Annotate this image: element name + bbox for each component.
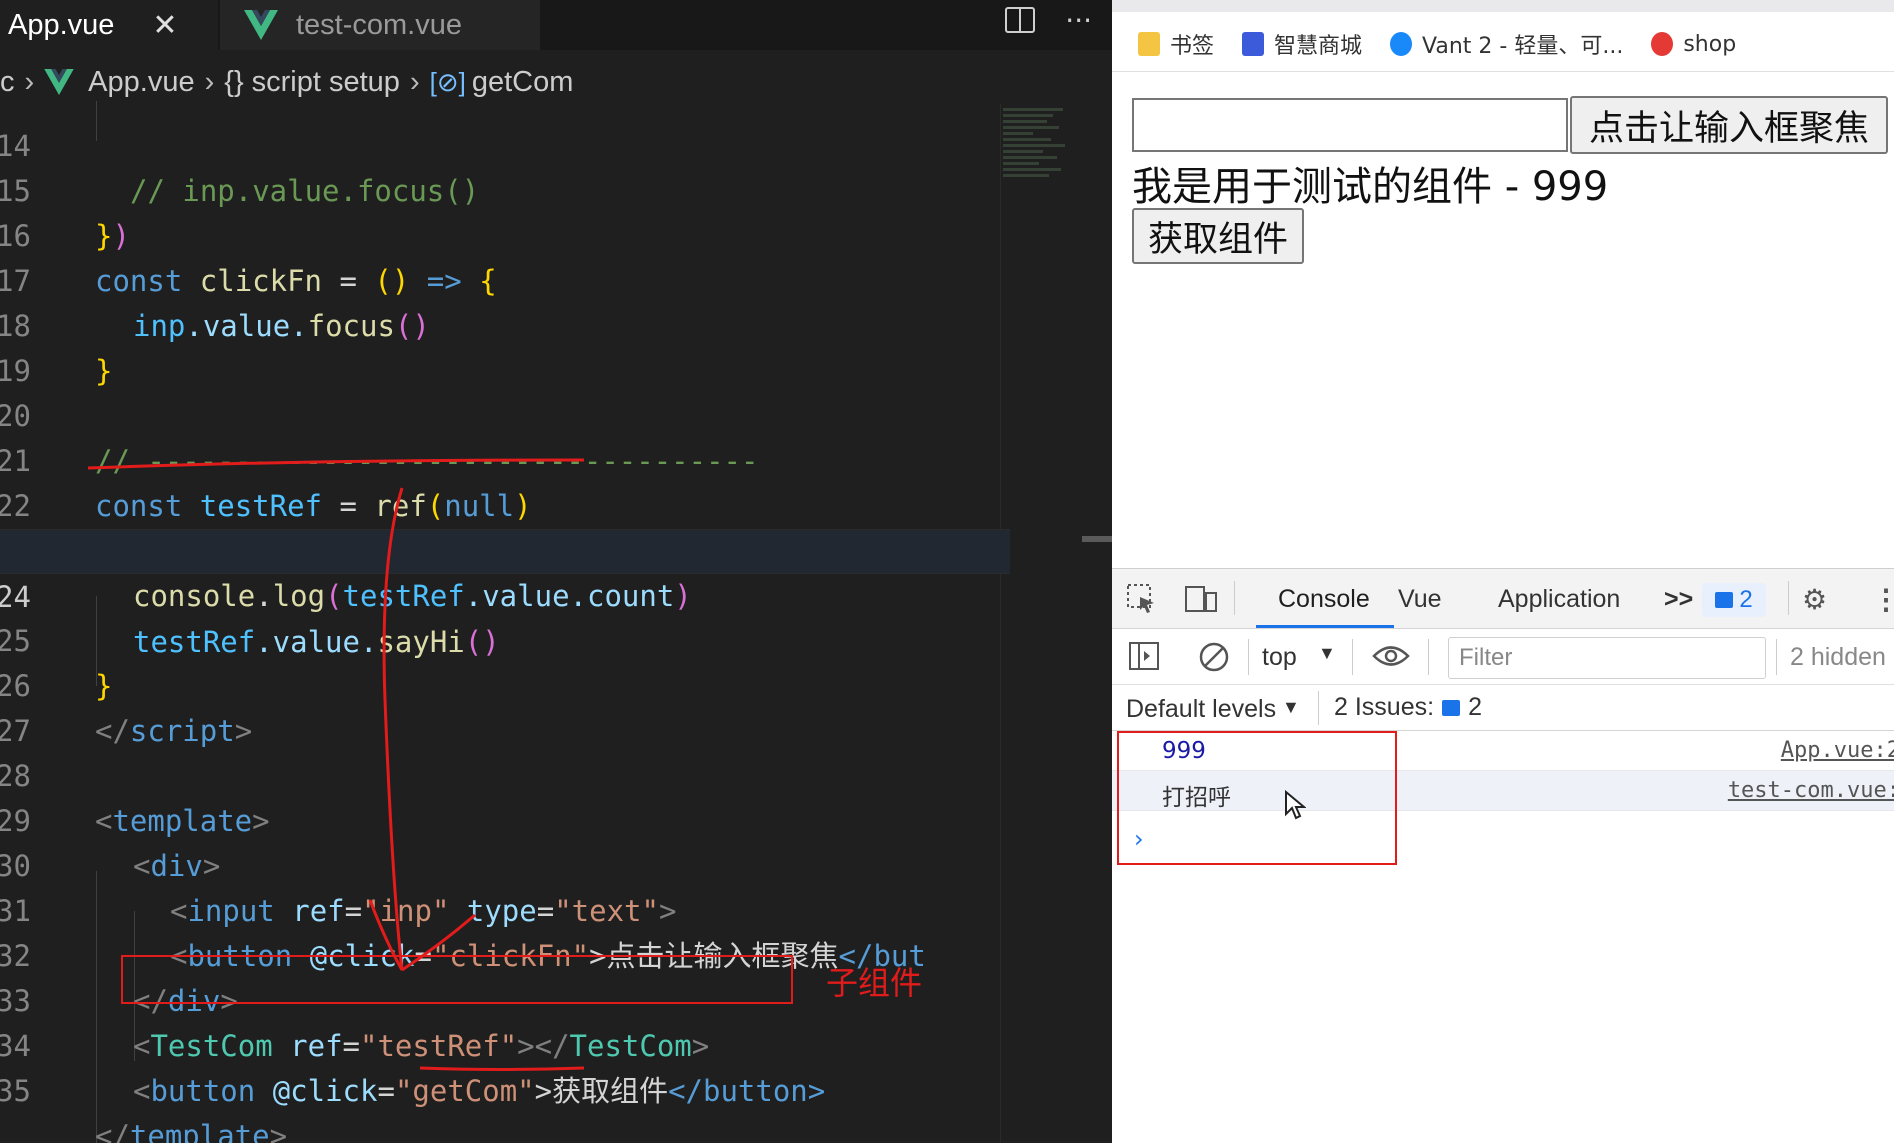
code-line: 18 } xyxy=(0,259,1010,388)
bookmark-item[interactable]: Vant 2 - 轻量、可... xyxy=(1390,28,1623,60)
messages-badge[interactable]: 2 xyxy=(1702,583,1766,617)
code-line: 35 </template> xyxy=(0,1024,1010,1143)
code-line: 15 }) xyxy=(0,124,1010,253)
tab-vue[interactable]: Vue xyxy=(1398,585,1442,614)
issues-button[interactable]: 2 Issues: 2 xyxy=(1334,693,1482,722)
issues-count: 2 xyxy=(1468,693,1482,721)
bookmark-label: shop xyxy=(1683,31,1737,57)
code-line: 19 xyxy=(0,304,1010,388)
message-icon xyxy=(1442,699,1461,716)
code-line: 16 const clickFn = () => { xyxy=(0,169,1010,298)
bookmark-item[interactable]: shop xyxy=(1651,32,1736,57)
text-input[interactable] xyxy=(1132,98,1568,152)
message-icon xyxy=(1715,592,1734,608)
filter-input[interactable]: Filter xyxy=(1448,637,1766,679)
clear-console-icon[interactable] xyxy=(1198,641,1230,673)
context-selector[interactable]: top xyxy=(1262,643,1297,672)
code-text: </template> xyxy=(95,1119,288,1143)
tab-application[interactable]: Application xyxy=(1498,585,1620,614)
code-line: 32 </div> xyxy=(0,889,1010,1018)
hidden-count: 2 hidden xyxy=(1790,643,1886,671)
code-line: 20 // ----------------------------------… xyxy=(0,349,1010,478)
tab-test-com-vue[interactable]: test-com.vue xyxy=(220,0,540,50)
dropdown-arrow-icon: ▼ xyxy=(1318,643,1336,663)
code-line: 22 const getCom = () => { xyxy=(0,439,1010,568)
issues-label: 2 Issues: xyxy=(1334,693,1435,721)
more-actions-icon[interactable]: ··· xyxy=(1065,4,1092,37)
active-tab-indicator xyxy=(1256,625,1394,628)
split-editor-icon[interactable] xyxy=(1005,7,1036,33)
code-line-current: 24 testRef.value.sayHi() xyxy=(0,529,1010,659)
inspect-element-icon[interactable] xyxy=(1126,583,1158,615)
dropdown-arrow-icon: ▼ xyxy=(1282,697,1300,717)
code-editor: App.vue ✕ test-com.vue ··· c › App.vue ›… xyxy=(0,0,1112,1143)
code-line: 21 const testRef = ref(null) xyxy=(0,394,1010,523)
browser-tabstrip xyxy=(1112,0,1894,12)
messages-count: 2 xyxy=(1739,586,1753,613)
kebab-menu-icon[interactable]: ⋮ xyxy=(1872,583,1894,616)
code-line: 25 } xyxy=(0,574,1010,703)
code-line: 23 console.log(testRef.value.count) xyxy=(0,484,1010,613)
editor-actions: ··· xyxy=(1005,0,1092,40)
bookmark-label: 智慧商城 xyxy=(1274,34,1363,59)
tab-console[interactable]: Console xyxy=(1278,585,1370,614)
code-line: 14 // inp.value.focus() xyxy=(0,79,1010,208)
code-line: 28 <template> xyxy=(0,709,1010,838)
mouse-cursor-icon xyxy=(1285,790,1306,820)
settings-gear-icon[interactable]: ⚙ xyxy=(1802,583,1827,616)
code-line: 31 <button @click="clickFn">点击让输入框聚焦</bu… xyxy=(0,844,1010,973)
tab-label: test-com.vue xyxy=(296,8,462,41)
get-component-button[interactable]: 获取组件 xyxy=(1132,208,1304,264)
device-toolbar-icon[interactable] xyxy=(1184,583,1218,615)
eye-icon[interactable] xyxy=(1372,643,1410,669)
code-line: 26 </script> xyxy=(0,619,1010,748)
tab-app-vue[interactable]: App.vue ✕ xyxy=(0,0,218,50)
divider xyxy=(1112,71,1894,72)
console-toolbar: top ▼ Filter 2 hidden xyxy=(1112,629,1894,685)
bookmarks-bar: 书签 智慧商城 Vant 2 - 轻量、可... shop xyxy=(1112,22,1736,66)
log-source-link[interactable]: test-com.vue: xyxy=(1728,778,1894,803)
minimap[interactable] xyxy=(1003,108,1083,208)
code-line: 17 inp.value.focus() xyxy=(0,214,1010,343)
sidebar-toggle-icon[interactable] xyxy=(1128,641,1160,671)
bookmark-label: Vant 2 - 轻量、可... xyxy=(1422,34,1624,59)
editor-tab-bar: App.vue ✕ test-com.vue ··· xyxy=(0,0,1112,50)
code-text: <button @click="getCom">获取组件</button> xyxy=(133,1074,826,1108)
code-line: 29 <div> xyxy=(0,754,1010,883)
tab-label: App.vue xyxy=(8,8,115,41)
vue-file-icon xyxy=(244,10,278,40)
scrollbar-thumb[interactable] xyxy=(1082,536,1112,542)
vant-icon xyxy=(1390,32,1413,56)
log-levels-dropdown[interactable]: Default levels xyxy=(1126,695,1276,724)
log-source-link[interactable]: App.vue:2 xyxy=(1781,738,1894,763)
more-tabs-icon[interactable]: >> xyxy=(1664,585,1693,614)
code-line: 30 <input ref="inp" type="text"> xyxy=(0,799,1010,928)
code-line: 27 xyxy=(0,664,1010,748)
focus-input-button[interactable]: 点击让输入框聚焦 xyxy=(1570,96,1888,154)
shop-icon xyxy=(1242,32,1265,56)
devtools-tab-bar: Console Vue Application >> 2 ⚙ ⋮ xyxy=(1112,569,1894,629)
browser-window: 书签 智慧商城 Vant 2 - 轻量、可... shop 点击让输入框聚焦 我… xyxy=(1112,0,1894,1143)
bookmark-item[interactable]: 智慧商城 xyxy=(1242,28,1362,60)
shop-logo-icon xyxy=(1651,32,1674,56)
log-levels-bar: Default levels ▼ 2 Issues: 2 xyxy=(1112,685,1894,731)
bookmark-folder[interactable]: 书签 xyxy=(1138,28,1214,60)
close-icon[interactable]: ✕ xyxy=(152,8,177,43)
line-number: 35 xyxy=(0,1074,31,1108)
folder-icon xyxy=(1138,32,1160,56)
annotation-label: 子组件 xyxy=(826,964,923,1002)
annotation-box xyxy=(1117,731,1397,865)
bookmark-label: 书签 xyxy=(1170,34,1215,59)
test-component-text: 我是用于测试的组件 - 999 xyxy=(1132,164,1609,210)
